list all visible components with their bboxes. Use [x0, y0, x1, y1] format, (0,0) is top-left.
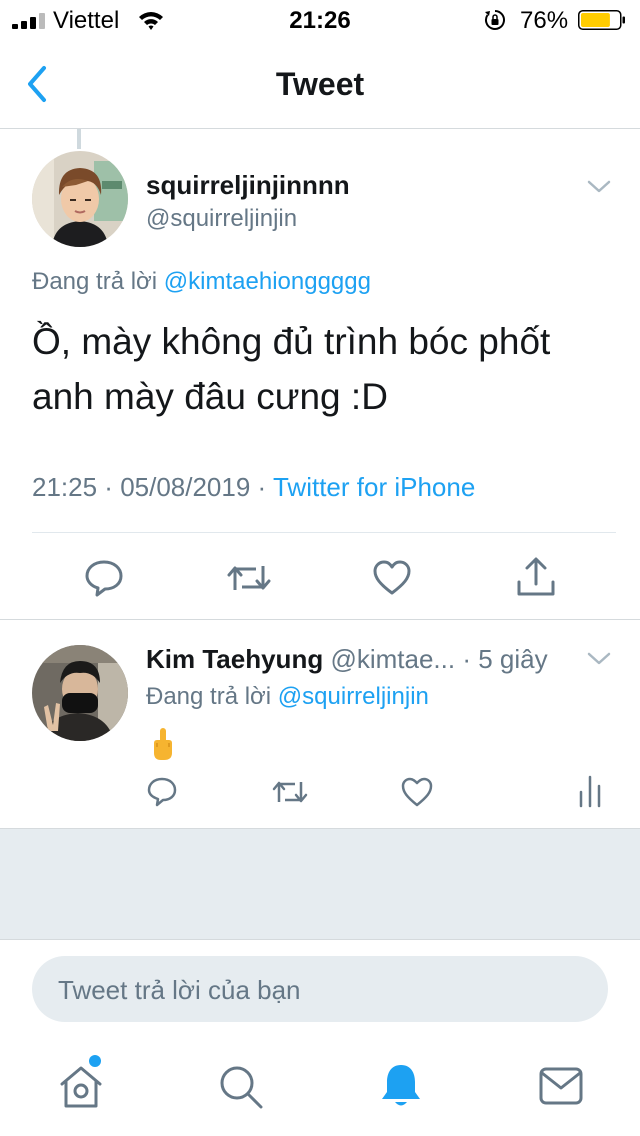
header-separator: · — [455, 644, 479, 674]
like-icon[interactable] — [400, 776, 434, 808]
battery-icon — [578, 10, 625, 30]
tweet-metadata: 21:25 · 05/08/2019 · Twitter for iPhone — [32, 472, 475, 503]
middle-finger-emoji — [154, 728, 172, 760]
thread-connector-line — [77, 129, 81, 149]
chevron-down-icon[interactable] — [586, 650, 612, 668]
reply-compose-input[interactable]: Tweet trả lời của bạn — [32, 956, 608, 1022]
orientation-lock-icon — [485, 10, 505, 30]
replying-to-mention[interactable]: @squirreljinjin — [278, 683, 429, 710]
compose-placeholder: Tweet trả lời của bạn — [58, 975, 301, 1005]
reply-time-ago: 5 giây — [478, 644, 548, 674]
reply-icon[interactable] — [146, 776, 178, 808]
messages-icon[interactable] — [538, 1066, 584, 1106]
analytics-icon[interactable] — [578, 774, 602, 808]
retweet-icon[interactable] — [226, 560, 272, 596]
like-icon[interactable] — [372, 559, 412, 597]
chevron-down-icon[interactable] — [586, 178, 612, 196]
author-display-name[interactable]: squirreljinjinnnn — [146, 170, 350, 201]
notifications-icon[interactable] — [378, 1062, 424, 1110]
replying-to-mention[interactable]: @kimtaehionggggg — [164, 268, 371, 295]
meta-separator: · — [97, 472, 121, 502]
replying-to-label: Đang trả lời — [146, 683, 272, 710]
reply-author-display-name[interactable]: Kim Taehyung — [146, 644, 323, 674]
reply-author-avatar[interactable] — [32, 645, 128, 741]
author-handle[interactable]: @squirreljinjin — [146, 205, 297, 233]
home-icon[interactable] — [58, 1064, 104, 1110]
search-icon[interactable] — [218, 1064, 264, 1110]
home-notification-dot — [89, 1055, 101, 1067]
tweet-date: 05/08/2019 — [120, 472, 251, 502]
share-icon[interactable] — [515, 556, 557, 598]
tweet-time: 21:25 — [32, 472, 98, 502]
section-divider — [0, 619, 640, 620]
tweet-source-link[interactable]: Twitter for iPhone — [273, 472, 475, 502]
navigation-bar: Tweet — [0, 40, 640, 129]
replying-to-line: Đang trả lời @kimtaehionggggg — [32, 268, 371, 296]
replying-to-label: Đang trả lời — [32, 268, 158, 295]
meta-separator: · — [250, 472, 273, 502]
reply-icon[interactable] — [83, 558, 125, 598]
page-title: Tweet — [275, 66, 365, 102]
reply-author-handle[interactable]: @kimtae... — [330, 644, 455, 674]
empty-space — [0, 828, 640, 940]
battery-percent: 76% — [520, 7, 569, 34]
retweet-icon[interactable] — [272, 777, 308, 807]
author-avatar[interactable] — [32, 151, 128, 247]
reply-replying-to-line: Đang trả lời @squirreljinjin — [146, 683, 429, 711]
reply-header: Kim Taehyung @kimtae... · 5 giây — [146, 644, 548, 675]
status-bar: Viettel 21:26 76% — [0, 0, 640, 40]
tweet-text: Ồ, mày không đủ trình bóc phốt anh mày đ… — [32, 321, 551, 417]
divider — [32, 532, 616, 533]
